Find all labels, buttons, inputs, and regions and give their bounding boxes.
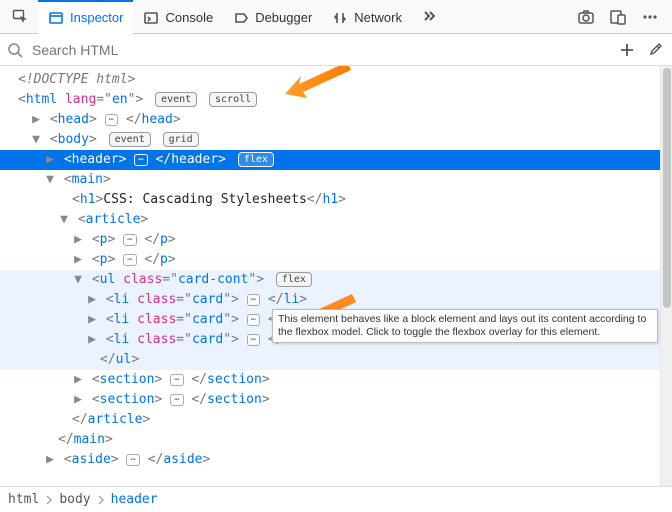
collapse-toggle[interactable]: ▼	[72, 270, 84, 290]
expand-toggle[interactable]: ▶	[72, 230, 84, 250]
tab-network[interactable]: Network	[322, 0, 412, 34]
tab-debugger[interactable]: Debugger	[223, 0, 322, 34]
ellipsis-icon[interactable]: ⋯	[170, 394, 183, 406]
collapse-toggle[interactable]: ▼	[44, 170, 56, 190]
search-icon	[6, 41, 24, 59]
tab-console[interactable]: Console	[133, 0, 223, 34]
screenshot-button[interactable]	[572, 3, 600, 31]
dom-node-aside[interactable]: ▶ <aside> ⋯ </aside>	[0, 450, 660, 470]
toolbar-right	[572, 3, 670, 31]
more-button[interactable]	[636, 3, 664, 31]
tab-label: Network	[354, 10, 402, 25]
debugger-icon	[233, 10, 249, 26]
expand-toggle[interactable]: ▶	[44, 450, 56, 470]
dom-node-li[interactable]: ▶ <li class="card"> ⋯ </li>	[0, 290, 660, 310]
eyedropper-button[interactable]	[644, 39, 666, 61]
dom-node-section[interactable]: ▶ <section> ⋯ </section>	[0, 390, 660, 410]
ellipsis-icon[interactable]: ⋯	[123, 254, 136, 266]
badge-flex[interactable]: flex	[276, 272, 312, 287]
flex-badge-tooltip: This element behaves like a block elemen…	[272, 309, 658, 343]
ellipsis-icon[interactable]: ⋯	[247, 294, 260, 306]
inspector-icon	[48, 10, 64, 26]
scrollbar[interactable]	[660, 66, 672, 486]
ellipsis-icon[interactable]: ⋯	[123, 234, 136, 246]
dom-node-article[interactable]: ▼ <article>	[0, 210, 660, 230]
responsive-mode-button[interactable]	[604, 3, 632, 31]
badge-event[interactable]: event	[155, 92, 197, 107]
expand-toggle[interactable]: ▶	[72, 390, 84, 410]
expand-toggle[interactable]: ▶	[86, 310, 98, 330]
eyedropper-icon	[647, 42, 663, 58]
search-bar	[0, 34, 672, 66]
breadcrumb-item[interactable]: body	[59, 492, 90, 507]
devices-icon	[609, 8, 627, 26]
dom-node-doctype[interactable]: <!DOCTYPE html>	[0, 70, 660, 90]
camera-icon	[577, 8, 595, 26]
dom-tree[interactable]: <!DOCTYPE html> <html lang="en"> event s…	[0, 66, 660, 486]
badge-flex[interactable]: flex	[238, 152, 274, 167]
tab-inspector[interactable]: Inspector	[38, 0, 133, 34]
expand-toggle[interactable]: ▶	[44, 150, 56, 170]
dom-node-header[interactable]: ▶ <header> ⋯ </header> flex	[0, 150, 660, 170]
chevron-right-icon	[97, 495, 105, 505]
search-input[interactable]	[30, 41, 610, 59]
ellipsis-icon[interactable]: ⋯	[126, 454, 139, 466]
collapse-toggle[interactable]: ▼	[58, 210, 70, 230]
breadcrumb: html body header	[0, 486, 672, 512]
ellipsis-icon[interactable]: ⋯	[105, 114, 118, 126]
ellipsis-icon[interactable]: ⋯	[134, 154, 147, 166]
collapse-toggle[interactable]: ▼	[30, 130, 42, 150]
ellipsis-icon[interactable]: ⋯	[247, 314, 260, 326]
expand-toggle[interactable]: ▶	[72, 370, 84, 390]
ellipsis-icon[interactable]: ⋯	[170, 374, 183, 386]
badge-scroll[interactable]: scroll	[209, 92, 257, 107]
breadcrumb-item[interactable]: header	[111, 492, 158, 507]
dom-node-ul-close[interactable]: </ul>	[0, 350, 660, 370]
dom-node-main[interactable]: ▼ <main>	[0, 170, 660, 190]
chevron-right-icon	[45, 495, 53, 505]
badge-grid[interactable]: grid	[163, 132, 199, 147]
expand-toggle[interactable]: ▶	[86, 330, 98, 350]
dom-node-main-close[interactable]: </main>	[0, 430, 660, 450]
expand-toggle[interactable]: ▶	[30, 110, 42, 130]
chevron-double-right-icon	[422, 9, 436, 26]
breadcrumb-item[interactable]: html	[8, 492, 39, 507]
dom-node-ul[interactable]: ▼ <ul class="card-cont"> flex	[0, 270, 660, 290]
dom-node-html[interactable]: <html lang="en"> event scroll	[0, 90, 660, 110]
tab-label: Console	[165, 10, 213, 25]
console-icon	[143, 10, 159, 26]
dom-node-body[interactable]: ▼ <body> event grid	[0, 130, 660, 150]
dom-node-article-close[interactable]: </article>	[0, 410, 660, 430]
tabs-overflow-button[interactable]	[412, 0, 446, 34]
badge-event[interactable]: event	[109, 132, 151, 147]
network-icon	[332, 10, 348, 26]
tab-label: Debugger	[255, 10, 312, 25]
meatballs-icon	[641, 8, 659, 26]
dom-node-p[interactable]: ▶ <p> ⋯ </p>	[0, 250, 660, 270]
element-picker-icon	[12, 8, 28, 27]
plus-icon	[619, 42, 635, 58]
devtools-toolbar: Inspector Console Debugger Network	[0, 0, 672, 34]
dom-node-section[interactable]: ▶ <section> ⋯ </section>	[0, 370, 660, 390]
ellipsis-icon[interactable]: ⋯	[247, 334, 260, 346]
dom-node-head[interactable]: ▶ <head> ⋯ </head>	[0, 110, 660, 130]
scrollbar-thumb[interactable]	[663, 68, 671, 308]
element-picker-button[interactable]	[2, 0, 38, 34]
add-node-button[interactable]	[616, 39, 638, 61]
dom-node-p[interactable]: ▶ <p> ⋯ </p>	[0, 230, 660, 250]
tab-label: Inspector	[70, 10, 123, 25]
expand-toggle[interactable]: ▶	[72, 250, 84, 270]
dom-node-h1[interactable]: <h1>CSS: Cascading Stylesheets</h1>	[0, 190, 660, 210]
expand-toggle[interactable]: ▶	[86, 290, 98, 310]
